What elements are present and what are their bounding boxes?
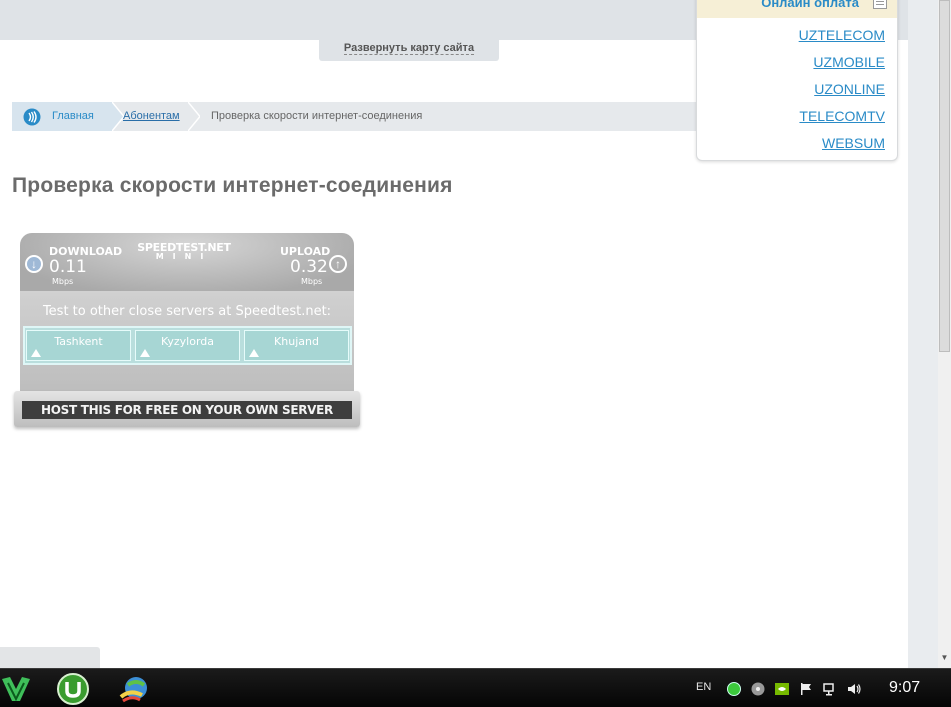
payment-link-uzonline[interactable]: UZONLINE	[814, 81, 885, 97]
footer-tab[interactable]	[0, 647, 100, 668]
speedtest-widget: ↓ ↑ DOWNLOAD 0.11 Mbps UPLOAD 0.32 Mbps …	[14, 233, 360, 427]
upload-value: 0.32	[290, 257, 328, 277]
signal-waves-icon	[23, 108, 41, 126]
payment-link-websum[interactable]: WEBSUM	[822, 135, 885, 151]
page-gutter	[908, 0, 938, 668]
breadcrumb: Главная Абонентам Проверка скорости инте…	[12, 102, 712, 131]
expand-sitemap-link[interactable]: Развернуть карту сайта	[343, 42, 475, 55]
action-center-flag-icon[interactable]	[799, 682, 813, 696]
triangle-icon	[31, 349, 41, 357]
vertical-scrollbar[interactable]: ▼	[938, 0, 951, 668]
breadcrumb-home[interactable]: Главная	[12, 102, 112, 131]
payment-link-uztelecom[interactable]: UZTELECOM	[799, 27, 885, 43]
server-list: Tashkent Kyzylorda Khujand	[23, 326, 352, 365]
download-value: 0.11	[49, 257, 87, 277]
server-button-tashkent[interactable]: Tashkent	[26, 330, 131, 361]
payment-link-uzmobile[interactable]: UZMOBILE	[813, 54, 885, 70]
page-title: Проверка скорости интернет-соединения	[12, 174, 453, 197]
online-payment-header[interactable]: Онлайн оплата	[697, 0, 897, 18]
upload-unit: Mbps	[301, 277, 323, 286]
online-payment-panel: Онлайн оплата UZTELECOM UZMOBILE UZONLIN…	[696, 0, 898, 161]
gray-disc-icon[interactable]	[751, 682, 765, 696]
breadcrumb-current-page: Проверка скорости интернет-соединения	[211, 110, 423, 122]
download-arrow-icon: ↓	[25, 255, 43, 273]
screen: Развернуть карту сайта Главная Абонентам	[0, 0, 951, 707]
triangle-icon	[140, 349, 150, 357]
server-name: Khujand	[274, 335, 319, 348]
internet-download-manager-icon[interactable]	[118, 673, 152, 705]
volume-icon[interactable]	[847, 682, 861, 696]
triangle-icon	[249, 349, 259, 357]
scrollbar-thumb[interactable]	[939, 0, 950, 352]
server-button-khujand[interactable]: Khujand	[244, 330, 349, 361]
host-speedtest-button[interactable]: HOST THIS FOR FREE ON YOUR OWN SERVER	[22, 401, 352, 419]
server-name: Kyzylorda	[160, 335, 215, 348]
speedtest-logo: SPEEDTEST.NET MINI	[134, 241, 234, 261]
online-payment-title[interactable]: Онлайн оплата	[761, 0, 859, 10]
payment-link-telecomtv[interactable]: TELECOMTV	[799, 108, 885, 124]
clock[interactable]: 9:07	[889, 679, 920, 697]
nvidia-icon[interactable]	[775, 682, 789, 696]
breadcrumb-abonentam[interactable]: Абонентам	[123, 102, 180, 131]
web-page: Развернуть карту сайта Главная Абонентам	[0, 0, 908, 668]
scroll-down-arrow-icon[interactable]: ▼	[940, 652, 949, 664]
server-button-kyzylorda[interactable]: Kyzylorda	[135, 330, 240, 361]
server-name: Tashkent	[54, 335, 103, 348]
breadcrumb-separator	[188, 102, 200, 131]
sitemap-tab: Развернуть карту сайта	[319, 38, 499, 61]
servers-title: Test to other close servers at Speedtest…	[42, 304, 332, 319]
upload-arrow-icon: ↑	[329, 255, 347, 273]
language-indicator[interactable]: EN	[696, 681, 711, 693]
network-icon[interactable]	[823, 682, 837, 696]
taskbar: EN 9:07	[0, 668, 951, 707]
breadcrumb-home-label[interactable]: Главная	[52, 110, 94, 122]
green-status-icon[interactable]	[727, 682, 741, 696]
download-unit: Mbps	[52, 277, 74, 286]
card-icon	[873, 0, 887, 9]
utorrent-icon[interactable]	[56, 673, 90, 705]
bitdefender-icon[interactable]	[0, 673, 34, 705]
